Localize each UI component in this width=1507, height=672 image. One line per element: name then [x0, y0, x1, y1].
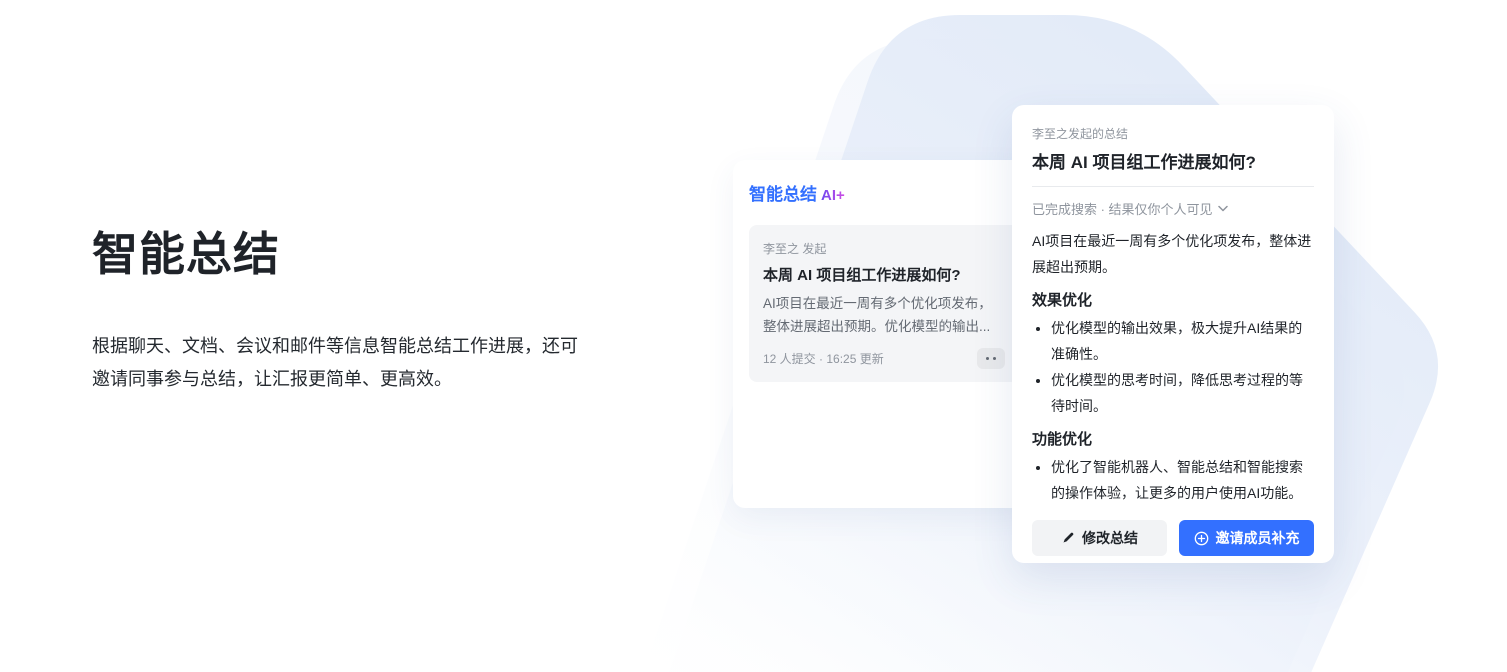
page-title: 智能总结 — [92, 228, 280, 280]
summary-list-item[interactable]: 李至之 发起 本周 AI 项目组工作进展如何? AI项目在最近一周有多个优化项发… — [749, 225, 1019, 382]
ai-plus-badge: AI+ — [821, 187, 845, 204]
summary-detail-card: 李至之发起的总结 本周 AI 项目组工作进展如何? 已完成搜索 · 结果仅你个人… — [1012, 105, 1334, 563]
bullet: 优化了智能机器人、智能总结和智能搜索的操作体验，让更多的用户使用AI功能。 — [1051, 454, 1314, 506]
chevron-down-icon — [1217, 205, 1228, 212]
bullet: 优化模型的思考时间，降低思考过程的等待时间。 — [1051, 367, 1314, 419]
section-heading: 功能优化 — [1032, 431, 1093, 448]
pencil-icon — [1063, 532, 1074, 543]
app-title: 智能总结 — [749, 185, 817, 204]
edit-summary-button[interactable]: 修改总结 — [1032, 520, 1167, 556]
more-dots-icon[interactable] — [977, 348, 1005, 369]
item-meta: 12 人提交 · 16:25 更新 — [763, 352, 884, 366]
detail-summary: AI项目在最近一周有多个优化项发布，整体进展超出预期。 — [1032, 233, 1312, 275]
bullet: 优化模型的输出效果，极大提升AI结果的准确性。 — [1051, 315, 1314, 367]
detail-title: 本周 AI 项目组工作进展如何? — [1032, 153, 1256, 172]
item-footer: 12 人提交 · 16:25 更新 — [763, 348, 1005, 369]
section-bullets: 优化了智能机器人、智能总结和智能搜索的操作体验，让更多的用户使用AI功能。 — [1032, 454, 1314, 506]
detail-subtitle: 李至之发起的总结 — [1032, 127, 1129, 141]
item-preview: AI项目在最近一周有多个优化项发布，整体进展超出预期。优化模型的输出... — [763, 296, 992, 334]
invite-members-label: 邀请成员补充 — [1215, 530, 1300, 546]
divider — [1032, 186, 1314, 187]
summary-list-card: 智能总结 AI+ 李至之 发起 本周 AI 项目组工作进展如何? AI项目在最近… — [733, 160, 1035, 508]
edit-summary-label: 修改总结 — [1082, 530, 1138, 546]
plus-circle-icon — [1194, 531, 1208, 545]
detail-actions: 修改总结 邀请成员补充 — [1032, 520, 1314, 556]
hero-section: 智能总结 根据聊天、文档、会议和邮件等信息智能总结工作进展，还可邀请同事参与总结… — [92, 218, 592, 396]
section-heading: 效果优化 — [1032, 292, 1093, 309]
summary-card-header: 智能总结 AI+ — [749, 180, 1019, 205]
invite-members-button[interactable]: 邀请成员补充 — [1179, 520, 1314, 556]
item-title: 本周 AI 项目组工作进展如何? — [763, 267, 961, 284]
item-author: 李至之 发起 — [763, 242, 827, 256]
status-text: 已完成搜索 · 结果仅你个人可见 — [1032, 202, 1213, 217]
status-row[interactable]: 已完成搜索 · 结果仅你个人可见 — [1032, 199, 1314, 218]
page-description: 根据聊天、文档、会议和邮件等信息智能总结工作进展，还可邀请同事参与总结，让汇报更… — [92, 336, 578, 389]
section-bullets: 优化模型的输出效果，极大提升AI结果的准确性。 优化模型的思考时间，降低思考过程… — [1032, 315, 1314, 419]
